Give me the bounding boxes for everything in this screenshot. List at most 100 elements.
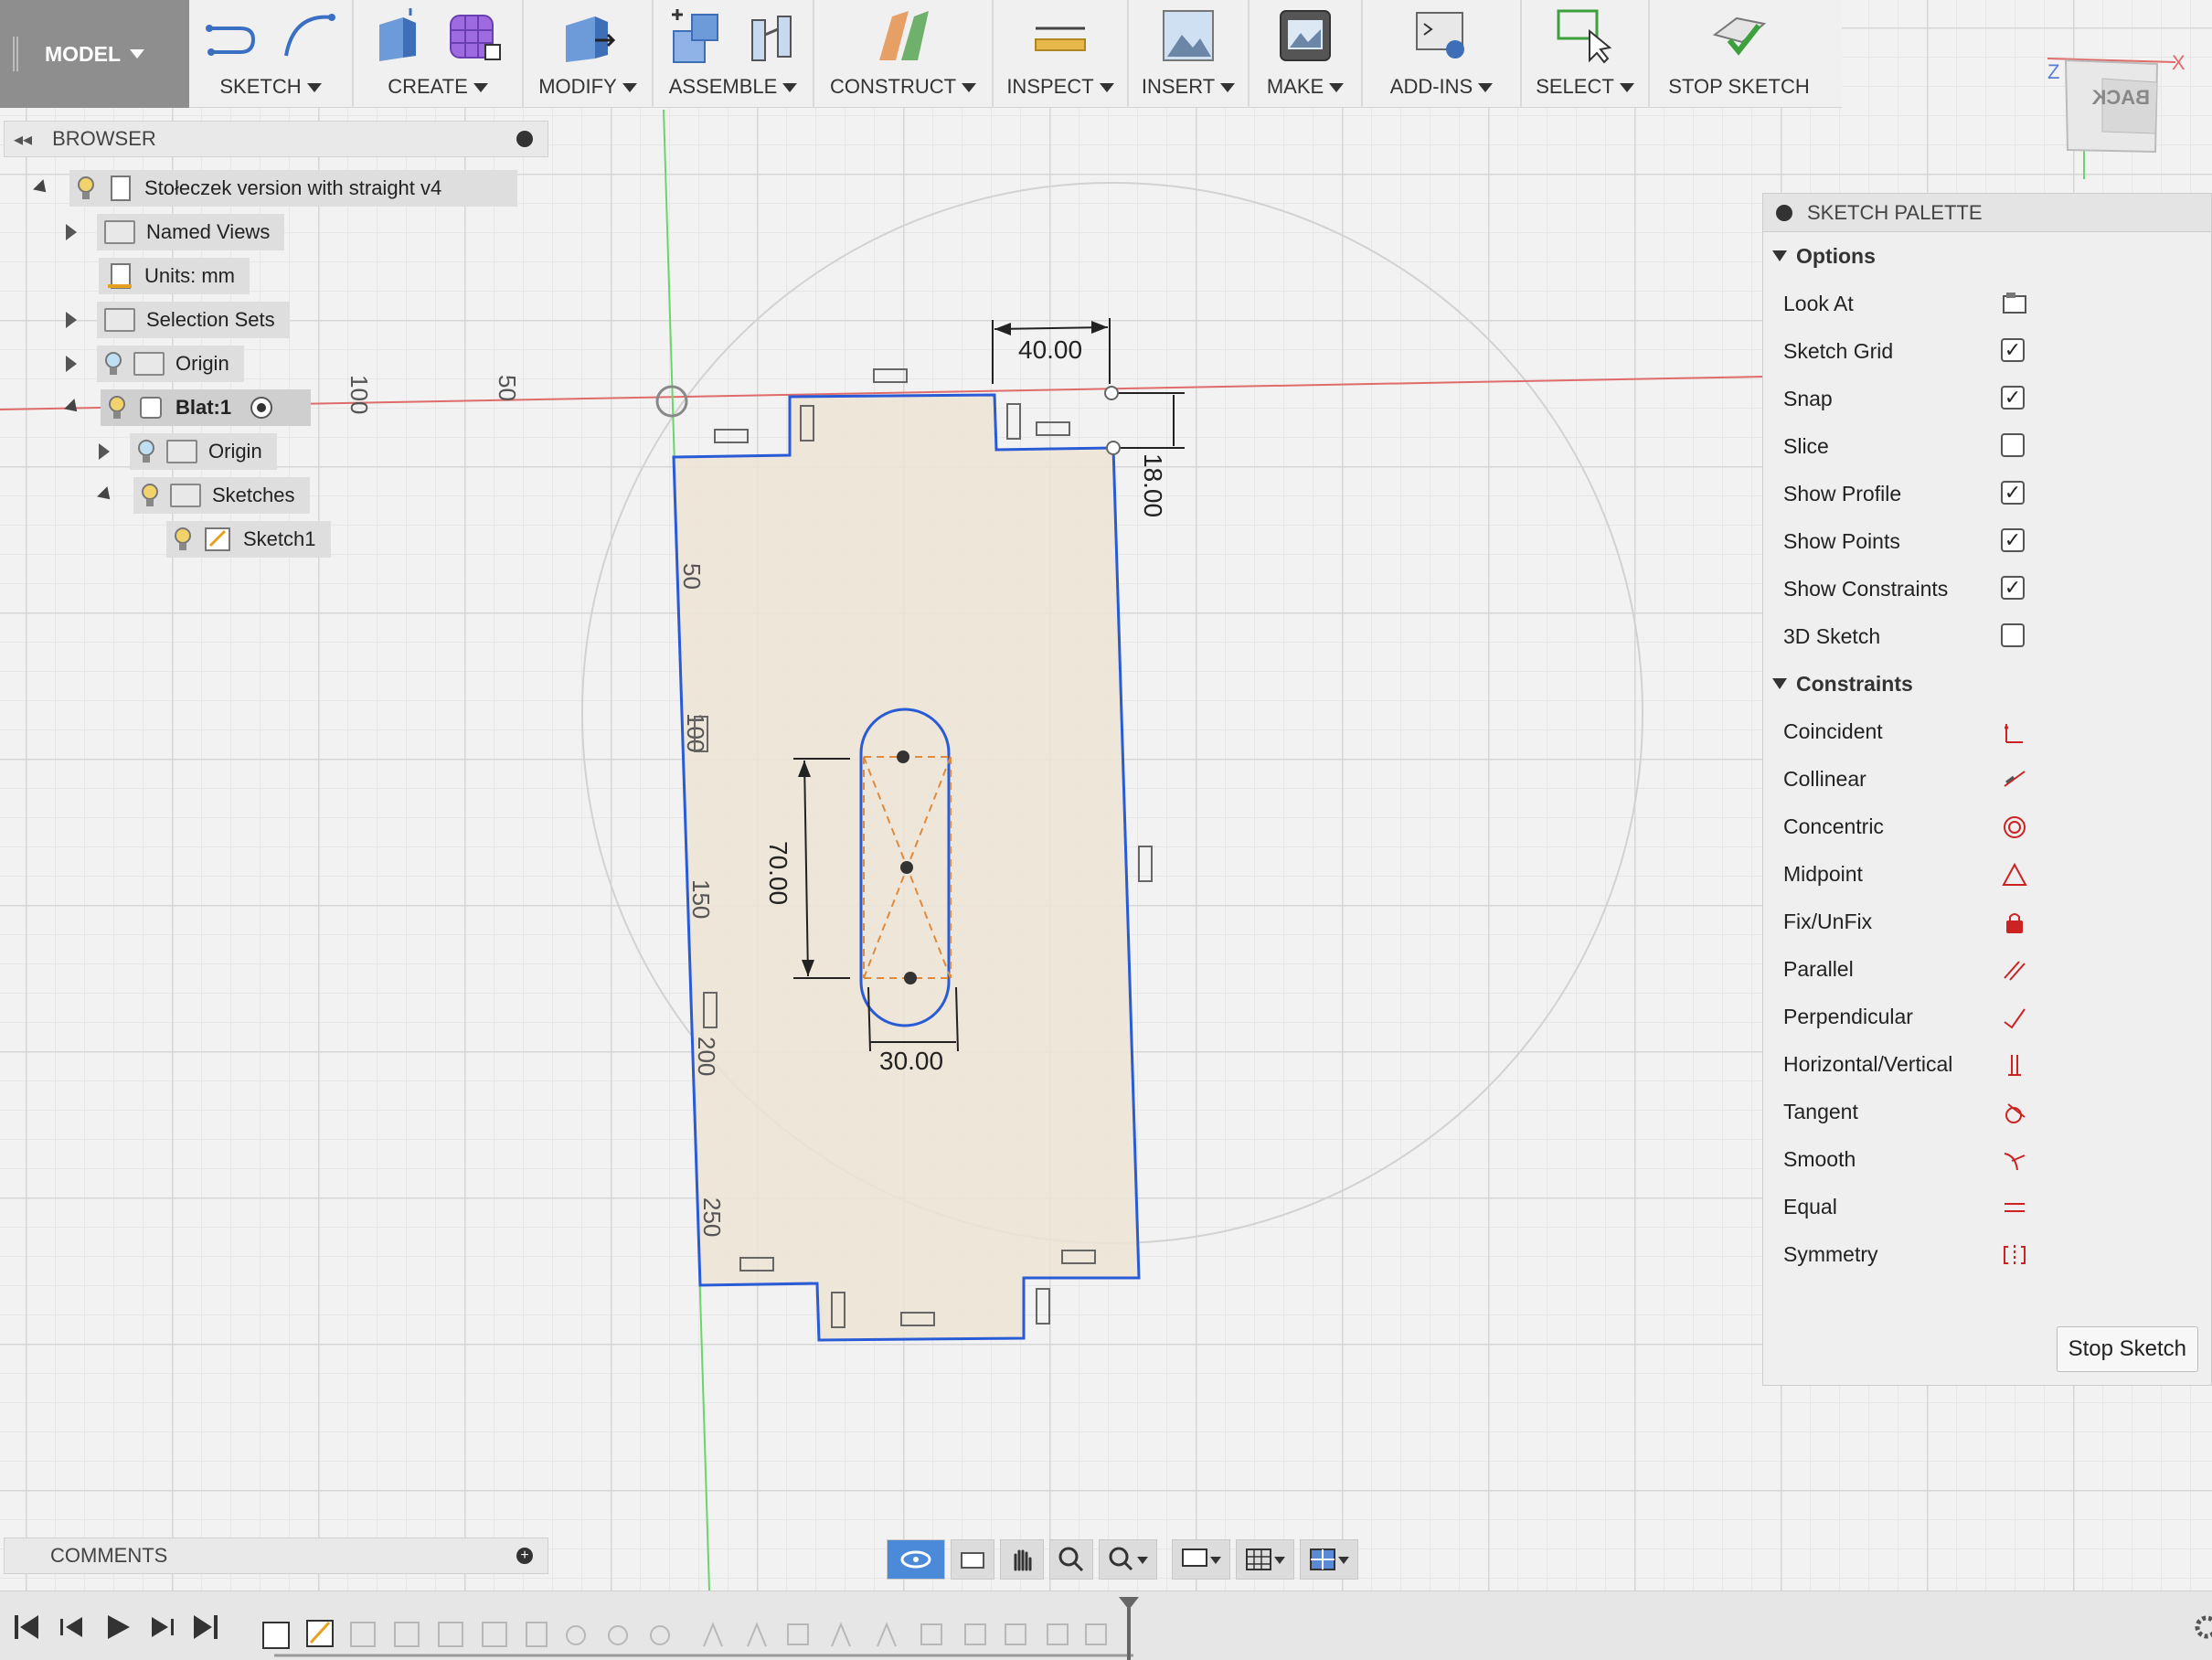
joint-icon[interactable]: [747, 7, 798, 64]
grid-settings-icon[interactable]: [1236, 1539, 1294, 1580]
constraint-symmetry[interactable]: Symmetry: [1763, 1230, 2211, 1278]
symmetry-icon[interactable]: [2001, 1241, 2026, 1267]
select-icon[interactable]: [1555, 7, 1615, 64]
extrude-icon[interactable]: [372, 8, 425, 63]
visibility-bulb-icon[interactable]: [77, 176, 95, 201]
toolbar-group-inspect[interactable]: INSPECT: [994, 0, 1129, 108]
palette-option-3d-sketch[interactable]: 3D Sketch: [1763, 612, 2211, 660]
constraint-collinear[interactable]: Collinear: [1763, 755, 2211, 803]
measure-icon[interactable]: [1032, 10, 1089, 61]
toolbar-group-assemble[interactable]: ASSEMBLE: [654, 0, 814, 108]
constraint-fix-unfix[interactable]: Fix/UnFix: [1763, 898, 2211, 945]
expand-toggle-icon[interactable]: [97, 486, 115, 505]
checkbox-checked[interactable]: ✓: [2001, 576, 2026, 601]
toolbar-group-create[interactable]: CREATE: [354, 0, 524, 108]
spline-sketch-icon[interactable]: [281, 10, 337, 61]
midpoint-icon[interactable]: [2001, 861, 2027, 887]
smooth-icon[interactable]: [2001, 1146, 2026, 1172]
visibility-bulb-icon[interactable]: [141, 483, 159, 508]
go-to-start-icon[interactable]: [11, 1613, 42, 1641]
palette-option-look-at[interactable]: Look At: [1763, 280, 2211, 327]
look-at-icon[interactable]: [2001, 291, 2026, 316]
toolbar-group-insert[interactable]: INSERT: [1129, 0, 1250, 108]
constraint-midpoint[interactable]: Midpoint: [1763, 850, 2211, 898]
palette-header[interactable]: SKETCH PALETTE: [1763, 194, 2211, 232]
stop-sketch-toolbar-button[interactable]: STOP SKETCH: [1650, 0, 1828, 108]
coincident-icon[interactable]: [2001, 718, 2026, 744]
toolbar-group-select[interactable]: SELECT: [1522, 0, 1650, 108]
concentric-icon[interactable]: [2001, 814, 2026, 839]
expand-toggle-icon[interactable]: [99, 443, 110, 460]
collapse-panel-icon[interactable]: ◂◂: [14, 128, 32, 151]
checkbox-unchecked[interactable]: [2001, 433, 2026, 459]
activate-component-icon[interactable]: [250, 396, 273, 420]
comments-add-icon[interactable]: +: [516, 1548, 533, 1564]
viewports-icon[interactable]: [1300, 1539, 1358, 1580]
palette-option-show-profile[interactable]: Show Profile ✓: [1763, 470, 2211, 517]
expand-toggle-icon[interactable]: [64, 399, 82, 417]
browser-header[interactable]: ◂◂ BROWSER: [4, 121, 548, 157]
stop-sketch-button[interactable]: Stop Sketch: [2056, 1326, 2198, 1372]
tangent-icon[interactable]: [2001, 1099, 2026, 1124]
constraint-tangent[interactable]: Tangent: [1763, 1088, 2211, 1135]
fit-zoom-icon[interactable]: [1099, 1539, 1157, 1580]
palette-option-snap[interactable]: Snap ✓: [1763, 375, 2211, 422]
step-forward-icon[interactable]: [146, 1613, 177, 1641]
palette-minimize-icon[interactable]: [1776, 204, 1792, 221]
parallel-icon[interactable]: [2001, 956, 2026, 982]
visibility-bulb-icon[interactable]: [108, 395, 126, 420]
checkbox-checked[interactable]: ✓: [2001, 481, 2026, 506]
pan-hand-icon[interactable]: [1000, 1539, 1044, 1580]
offset-plane-icon[interactable]: [874, 7, 932, 64]
lock-icon[interactable]: [2001, 909, 2026, 934]
tree-root-document[interactable]: Stołeczek version with straight v4: [33, 170, 517, 207]
tree-selection-sets[interactable]: Selection Sets: [66, 302, 290, 338]
constraint-equal[interactable]: Equal: [1763, 1183, 2211, 1230]
toolbar-group-make[interactable]: MAKE: [1250, 0, 1363, 108]
form-icon[interactable]: [445, 8, 504, 63]
go-to-end-icon[interactable]: [190, 1613, 221, 1641]
palette-option-show-constraints[interactable]: Show Constraints ✓: [1763, 565, 2211, 612]
play-icon[interactable]: [102, 1613, 133, 1641]
orbit-icon[interactable]: [887, 1539, 945, 1580]
visibility-bulb-icon[interactable]: [104, 351, 122, 377]
look-at-icon[interactable]: [951, 1539, 994, 1580]
horizontal-vertical-icon[interactable]: [2001, 1051, 2026, 1077]
section-collapse-icon[interactable]: [1772, 250, 1787, 261]
constraint-horizontal-vertical[interactable]: Horizontal/Vertical: [1763, 1040, 2211, 1088]
timeline-settings-gear-icon[interactable]: [2194, 1613, 2212, 1641]
toolbar-group-add-ins[interactable]: ADD-INS: [1363, 0, 1522, 108]
tree-sketch1[interactable]: Sketch1: [166, 521, 331, 558]
constraints-section-header[interactable]: Constraints: [1763, 660, 2211, 708]
expand-toggle-icon[interactable]: [66, 356, 77, 372]
press-pull-icon[interactable]: [558, 7, 617, 64]
checkbox-checked[interactable]: ✓: [2001, 338, 2026, 364]
step-back-icon[interactable]: [57, 1613, 88, 1641]
browser-minimize-icon[interactable]: [516, 131, 533, 147]
insert-image-icon[interactable]: [1160, 7, 1217, 64]
timeline-marker[interactable]: [1117, 1591, 1143, 1660]
expand-toggle-icon[interactable]: [66, 312, 77, 328]
constraint-parallel[interactable]: Parallel: [1763, 945, 2211, 993]
tree-component-blat[interactable]: Blat:1: [64, 389, 311, 426]
options-section-header[interactable]: Options: [1763, 232, 2211, 280]
palette-option-sketch-grid[interactable]: Sketch Grid ✓: [1763, 327, 2211, 375]
3d-print-icon[interactable]: [1277, 7, 1334, 64]
constraint-perpendicular[interactable]: Perpendicular: [1763, 993, 2211, 1040]
toolbar-group-modify[interactable]: MODIFY: [524, 0, 654, 108]
tree-units[interactable]: Units: mm: [99, 258, 250, 294]
section-collapse-icon[interactable]: [1772, 678, 1787, 689]
stop-sketch-icon[interactable]: [1709, 7, 1770, 64]
timeline-features[interactable]: [256, 1604, 1133, 1660]
palette-option-show-points[interactable]: Show Points ✓: [1763, 517, 2211, 565]
expand-toggle-icon[interactable]: [33, 179, 51, 197]
visibility-bulb-icon[interactable]: [137, 439, 155, 464]
constraint-smooth[interactable]: Smooth: [1763, 1135, 2211, 1183]
viewcube[interactable]: X Z BACK: [2047, 51, 2185, 179]
tree-sketches[interactable]: Sketches: [97, 477, 310, 514]
visibility-bulb-icon[interactable]: [174, 527, 192, 552]
tree-component-origin[interactable]: Origin: [99, 433, 277, 470]
comments-panel[interactable]: COMMENTS +: [4, 1538, 548, 1574]
new-component-icon[interactable]: [668, 5, 727, 66]
tree-named-views[interactable]: Named Views: [66, 214, 285, 250]
